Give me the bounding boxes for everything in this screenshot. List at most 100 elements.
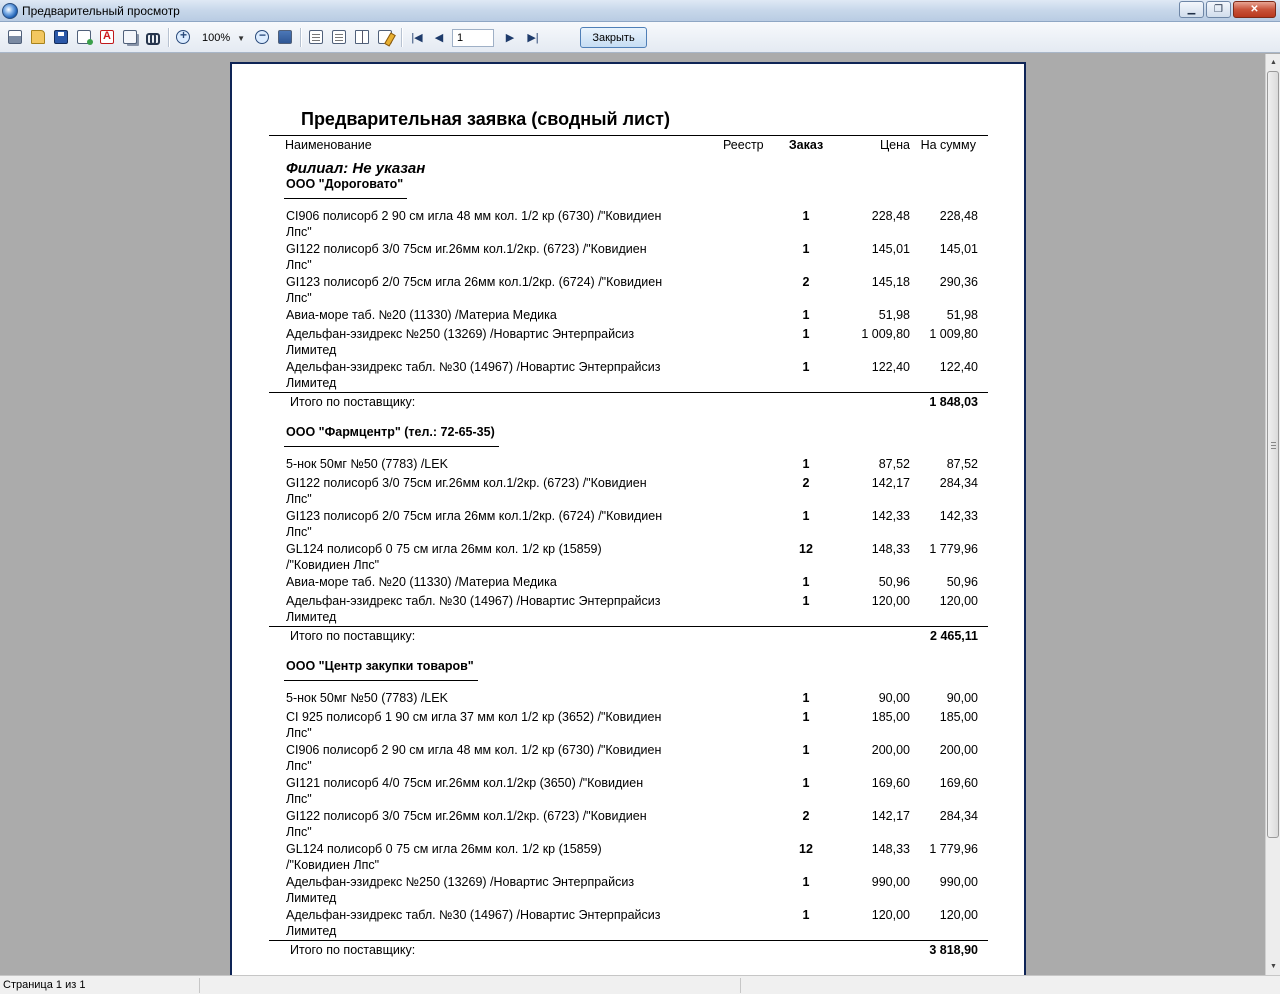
status-bar: Страница 1 из 1: [0, 975, 1280, 994]
item-price: 142,17: [871, 476, 910, 490]
item-price: 120,00: [871, 594, 910, 608]
supplier-name: ООО "Фармцентр" (тел.: 72-65-35): [286, 425, 495, 439]
scroll-up-button[interactable]: ▲: [1266, 54, 1280, 71]
item-price: 169,60: [871, 776, 910, 790]
item-qty: 1: [802, 575, 810, 589]
item-qty: 1: [802, 209, 810, 223]
item-name-cont: Лпс": [286, 792, 312, 806]
item-qty: 12: [799, 542, 813, 556]
edit-icon: [378, 30, 392, 44]
header-top-rule: [269, 135, 988, 136]
item-sum: 1 779,96: [929, 842, 978, 856]
item-name: GL124 полисорб 0 75 см игла 26мм кол. 1/…: [286, 542, 602, 556]
chevron-down-icon: ▼: [237, 33, 245, 43]
find-button[interactable]: [144, 28, 162, 46]
close-window-button[interactable]: ✕: [1233, 1, 1276, 18]
zoom-in-icon: [176, 28, 190, 44]
first-page-button[interactable]: |◀: [410, 30, 424, 44]
zoom-value: 100%: [202, 32, 231, 44]
vertical-scrollbar[interactable]: ▲ ▼: [1265, 54, 1280, 975]
item-qty: 2: [802, 476, 810, 490]
subtotal-value: 2 465,11: [930, 629, 978, 643]
item-name-cont: Лпс": [286, 492, 312, 506]
book-view-button[interactable]: [353, 28, 371, 46]
chevron-down-icon: ▼: [1270, 963, 1277, 970]
col-registry-header: Реестр: [723, 138, 764, 152]
item-name-cont: /"Ковидиен Лпс": [286, 558, 380, 572]
item-name-cont: Лпс": [286, 225, 312, 239]
item-price: 228,48: [871, 209, 910, 223]
item-qty: 1: [802, 776, 810, 790]
item-sum: 185,00: [939, 710, 978, 724]
save-button[interactable]: [52, 28, 70, 46]
item-qty: 1: [802, 457, 810, 471]
open-icon: [31, 30, 45, 44]
item-name: Авиа-море таб. №20 (11330) /Материа Меди…: [286, 575, 557, 589]
item-qty: 1: [802, 242, 810, 256]
supplier-underline: [284, 198, 407, 199]
prev-page-icon: ◀: [434, 31, 444, 44]
item-qty: 1: [802, 691, 810, 705]
status-divider: [740, 978, 741, 993]
item-sum: 1 779,96: [929, 542, 978, 556]
zoom-out-button[interactable]: [253, 28, 271, 46]
zoom-in-button[interactable]: [174, 28, 192, 46]
report-page: Предварительная заявка (сводный лист) На…: [230, 62, 1026, 975]
item-name: CI906 полисорб 2 90 см игла 48 мм кол. 1…: [286, 743, 662, 757]
item-sum: 228,48: [939, 209, 978, 223]
item-price: 142,33: [871, 509, 910, 523]
item-name-cont: Лпс": [286, 759, 312, 773]
print-icon: [8, 30, 22, 44]
item-qty: 1: [802, 509, 810, 523]
item-sum: 1 009,80: [929, 327, 978, 341]
copy-button[interactable]: [121, 28, 139, 46]
minimize-button[interactable]: ▁: [1179, 1, 1204, 18]
col-order-header: Заказ: [788, 138, 824, 152]
close-button[interactable]: Закрыть: [580, 27, 647, 48]
item-qty: 1: [802, 594, 810, 608]
item-price: 990,00: [871, 875, 910, 889]
export-button[interactable]: [75, 28, 93, 46]
next-page-icon: ▶: [505, 31, 515, 44]
preview-area[interactable]: Предварительная заявка (сводный лист) На…: [0, 54, 1265, 975]
maximize-button[interactable]: ❐: [1206, 1, 1231, 18]
item-name: Адельфан-эзидрекс табл. №30 (14967) /Нов…: [286, 908, 661, 922]
export-pdf-button[interactable]: [98, 28, 116, 46]
item-name: Адельфан-эзидрекс №250 (13269) /Новартис…: [286, 327, 635, 341]
item-qty: 1: [802, 908, 810, 922]
item-price: 122,40: [871, 360, 910, 374]
supplier-underline: [284, 446, 499, 447]
item-name-cont: Лимитед: [286, 924, 337, 938]
zoom-select[interactable]: 100% ▼: [198, 29, 248, 47]
item-qty: 1: [802, 875, 810, 889]
supplier-name: ООО "Центр закупки товаров": [286, 659, 474, 673]
scroll-down-button[interactable]: ▼: [1266, 958, 1280, 975]
branch-label: Филиал: Не указан: [286, 160, 426, 177]
open-button[interactable]: [29, 28, 47, 46]
col-name-header: Наименование: [285, 138, 372, 152]
item-price: 51,98: [878, 308, 910, 322]
window-title: Предварительный просмотр: [22, 4, 180, 18]
col-price-header: Цена: [879, 138, 910, 152]
next-page-button[interactable]: ▶: [503, 30, 517, 44]
edit-button[interactable]: [376, 28, 394, 46]
item-sum: 142,33: [939, 509, 978, 523]
print-button[interactable]: [6, 28, 24, 46]
item-sum: 200,00: [939, 743, 978, 757]
toolbar-separator: [300, 28, 301, 47]
fit-page-button[interactable]: [276, 28, 294, 46]
save-icon: [54, 30, 68, 44]
item-price: 87,52: [878, 457, 910, 471]
item-name-cont: Лимитед: [286, 610, 337, 624]
item-price: 50,96: [878, 575, 910, 589]
item-sum: 990,00: [939, 875, 978, 889]
page-number-input[interactable]: [452, 29, 494, 47]
item-sum: 284,34: [939, 809, 978, 823]
item-price: 200,00: [871, 743, 910, 757]
single-page-button[interactable]: [307, 28, 325, 46]
scroll-thumb[interactable]: [1267, 71, 1279, 838]
toolbar-separator: [168, 28, 169, 47]
prev-page-button[interactable]: ◀: [432, 30, 446, 44]
multi-page-button[interactable]: [330, 28, 348, 46]
last-page-button[interactable]: ▶|: [526, 30, 540, 44]
